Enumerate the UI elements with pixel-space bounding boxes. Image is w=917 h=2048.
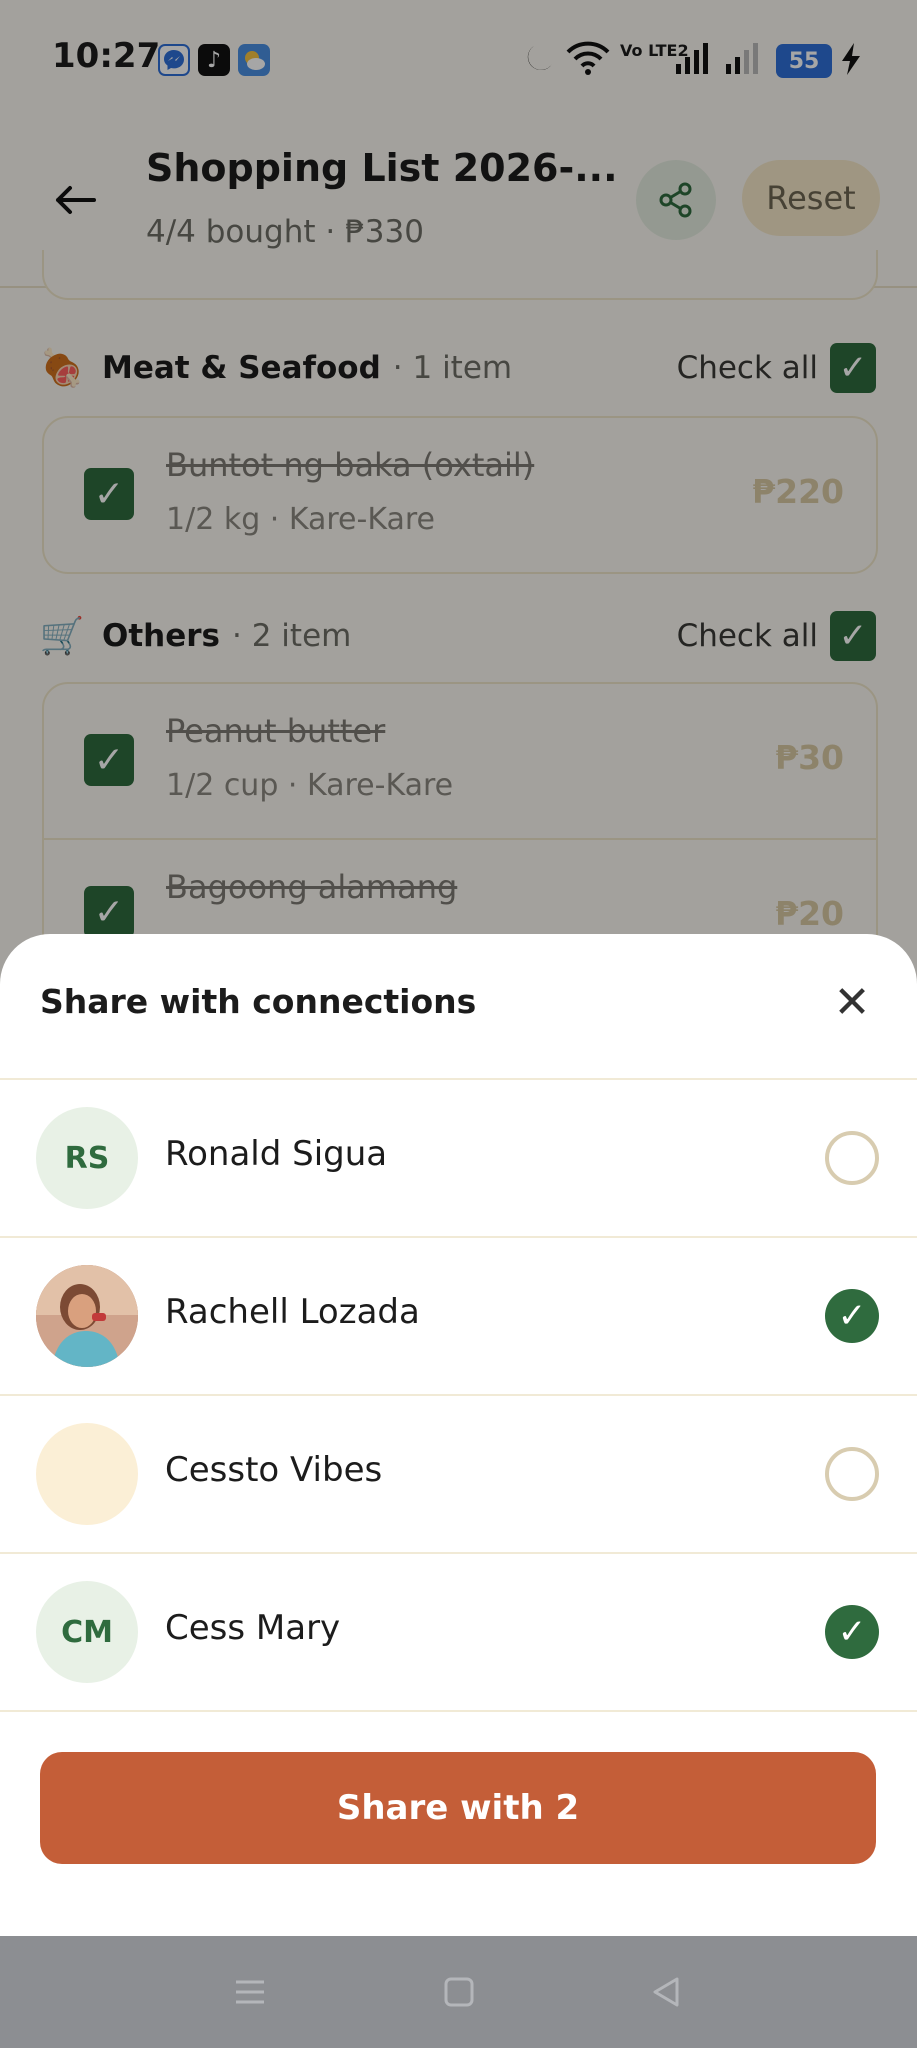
select-radio[interactable]: ✓: [825, 1289, 879, 1343]
home-icon[interactable]: [439, 1972, 479, 2012]
share-with-button[interactable]: Share with 2: [40, 1752, 876, 1864]
close-button[interactable]: ✕: [828, 976, 876, 1028]
back-nav-icon[interactable]: [646, 1972, 686, 2012]
connection-row-rachell[interactable]: Rachell Lozada ✓: [0, 1238, 917, 1394]
select-radio[interactable]: [825, 1447, 879, 1501]
connection-name: Ronald Sigua: [165, 1134, 388, 1174]
select-radio[interactable]: ✓: [825, 1605, 879, 1659]
check-icon: ✓: [837, 1612, 867, 1652]
avatar: RS: [36, 1107, 138, 1209]
menu-icon[interactable]: [230, 1972, 270, 2012]
close-icon: ✕: [833, 976, 871, 1028]
avatar: [36, 1265, 138, 1367]
connection-row-cess-mary[interactable]: CM Cess Mary ✓: [0, 1554, 917, 1710]
connection-name: Rachell Lozada: [165, 1292, 420, 1332]
connection-row-cessto[interactable]: Cessto Vibes: [0, 1396, 917, 1552]
connection-name: Cessto Vibes: [165, 1450, 383, 1490]
avatar: [36, 1423, 138, 1525]
avatar: CM: [36, 1581, 138, 1683]
sheet-title: Share with connections: [40, 982, 477, 1021]
divider: [0, 1710, 917, 1712]
profile-photo: [36, 1265, 138, 1367]
select-radio[interactable]: [825, 1131, 879, 1185]
connection-name: Cess Mary: [165, 1608, 341, 1648]
check-icon: ✓: [837, 1296, 867, 1336]
connection-row-ronald[interactable]: RS Ronald Sigua: [0, 1080, 917, 1236]
